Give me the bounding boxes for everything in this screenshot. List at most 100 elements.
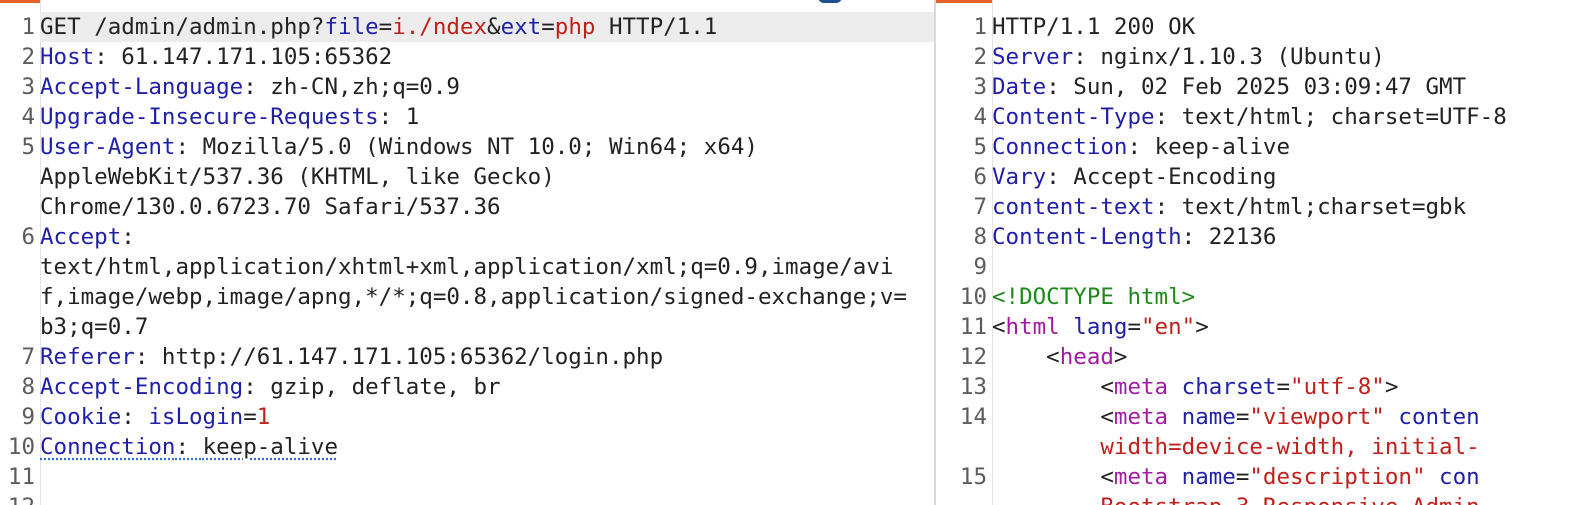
response-body-line[interactable]: 10 <!DOCTYPE html>: [936, 282, 1570, 312]
attr-name: con: [1439, 464, 1480, 490]
request-method: GET: [40, 14, 81, 40]
response-header-line[interactable]: 7 content-text: text/html;charset=gbk: [936, 192, 1570, 222]
attr-value: "utf-8": [1290, 374, 1385, 400]
request-header-line[interactable]: 5 User-Agent: Mozilla/5.0 (Windows NT 10…: [0, 132, 934, 222]
request-empty-line[interactable]: 12: [0, 492, 934, 505]
response-editor[interactable]: 1 HTTP/1.1 200 OK 2 Server: nginx/1.10.3…: [936, 12, 1570, 505]
request-header-line[interactable]: 10 Connection: keep-alive: [0, 432, 934, 462]
attr-value: "description": [1249, 464, 1426, 490]
line-number: 6: [21, 224, 35, 250]
header-name: Referer: [40, 344, 135, 370]
attr-name: conten: [1398, 404, 1480, 430]
header-name: Host: [40, 44, 95, 70]
response-header-line[interactable]: 8 Content-Length: 22136: [936, 222, 1570, 252]
head-tag: head: [1059, 344, 1114, 370]
line-number: 6: [973, 164, 987, 190]
header-value: zh-CN,zh;q=0.9: [270, 74, 460, 100]
line-number: 3: [973, 74, 987, 100]
header-value: 1: [405, 104, 420, 130]
response-status-line[interactable]: 1 HTTP/1.1 200 OK: [936, 12, 1570, 42]
request-editor[interactable]: 1 GET /admin/admin.php?file=i./ndex&ext=…: [0, 12, 934, 505]
request-header-line[interactable]: 8 Accept-Encoding: gzip, deflate, br: [0, 372, 934, 402]
toolbar-edge-icon: [818, 0, 842, 3]
request-header-line[interactable]: 4 Upgrade-Insecure-Requests: 1: [0, 102, 934, 132]
response-body-line[interactable]: 12 <head>: [936, 342, 1570, 372]
param-name: file: [324, 14, 379, 40]
response-header-line[interactable]: 2 Server: nginx/1.10.3 (Ubuntu): [936, 42, 1570, 72]
line-number: 3: [21, 74, 35, 100]
attr-name: charset: [1181, 374, 1277, 400]
request-header-line[interactable]: 2 Host: 61.147.171.105:65362: [0, 42, 934, 72]
param-value: i./ndex: [392, 14, 488, 40]
line-number: 11: [959, 314, 987, 340]
param-value: php: [554, 14, 596, 40]
request-empty-line[interactable]: 11: [0, 462, 934, 492]
request-line[interactable]: 1 GET /admin/admin.php?file=i./ndex&ext=…: [0, 12, 934, 42]
header-value: text/html,application/xhtml+xml,applicat…: [40, 254, 907, 340]
request-header-line[interactable]: 6 Accept: text/html,application/xhtml+xm…: [0, 222, 934, 342]
request-editor-pane[interactable]: 1 GET /admin/admin.php?file=i./ndex&ext=…: [0, 0, 934, 505]
response-header-line[interactable]: 5 Connection: keep-alive: [936, 132, 1570, 162]
line-number: 9: [973, 254, 987, 280]
line-number: 8: [21, 374, 35, 400]
line-number: 12: [0, 492, 40, 505]
line-number: 13: [959, 374, 987, 400]
header-value: http://61.147.171.105:65362/login.php: [161, 344, 664, 370]
header-name: Server: [992, 44, 1074, 70]
header-value: Accept-Encoding: [1073, 164, 1277, 190]
header-value: text/html;charset=gbk: [1181, 194, 1467, 220]
attr-value-continued: Bootstrap 3 Responsive Admin: [1100, 494, 1479, 505]
header-name: Accept-Language: [40, 74, 244, 100]
line-number: 8: [973, 224, 987, 250]
response-tab-indicator: [936, 0, 992, 3]
header-value: nginx/1.10.3 (Ubuntu): [1100, 44, 1385, 70]
meta-tag: meta: [1113, 464, 1169, 490]
header-name: User-Agent: [40, 134, 176, 160]
line-number: 4: [973, 104, 987, 130]
request-header-line[interactable]: 7 Referer: http://61.147.171.105:65362/l…: [0, 342, 934, 372]
response-header-line[interactable]: 6 Vary: Accept-Encoding: [936, 162, 1570, 192]
request-header-line[interactable]: 3 Accept-Language: zh-CN,zh;q=0.9: [0, 72, 934, 102]
response-editor-pane[interactable]: 1 HTTP/1.1 200 OK 2 Server: nginx/1.10.3…: [936, 0, 1570, 505]
header-value-continued: AppleWebKit/537.36 (KHTML, like Gecko): [40, 164, 555, 190]
line-number: 2: [21, 44, 35, 70]
header-value-continued: Chrome/130.0.6723.70 Safari/537.36: [40, 194, 501, 220]
meta-tag: meta: [1113, 404, 1169, 430]
response-empty-line[interactable]: 9: [936, 252, 1570, 282]
line-number: 4: [21, 104, 35, 130]
attr-name: lang: [1073, 314, 1128, 340]
header-name: Content-Type: [992, 104, 1155, 130]
request-path: /admin/admin.php?: [94, 14, 325, 40]
header-value: Sun, 02 Feb 2025 03:09:47 GMT: [1073, 74, 1467, 100]
line-number: 1: [973, 14, 987, 40]
response-body-line[interactable]: 14 <meta name="viewport" conten width=de…: [936, 402, 1570, 462]
attr-name: name: [1181, 464, 1236, 490]
line-number: 10: [7, 434, 35, 460]
response-body-line[interactable]: 15 <meta name="description" con Bootstra…: [936, 462, 1570, 505]
header-name: Connection: [992, 134, 1128, 160]
attr-name: name: [1181, 404, 1236, 430]
header-value: 22136: [1208, 224, 1277, 250]
line-number: 11: [7, 464, 35, 490]
response-body-line[interactable]: 11 <html lang="en">: [936, 312, 1570, 342]
header-name: Accept-Encoding: [40, 374, 244, 400]
line-number: 5: [973, 134, 987, 160]
line-number: 7: [21, 344, 35, 370]
response-body-line[interactable]: 13 <meta charset="utf-8">: [936, 372, 1570, 402]
response-header-line[interactable]: 4 Content-Type: text/html; charset=UTF-8: [936, 102, 1570, 132]
header-value: gzip, deflate, br: [270, 374, 501, 400]
header-name: Accept: [40, 224, 122, 250]
header-value: 61.147.171.105:65362: [121, 44, 393, 70]
request-protocol: HTTP/1.1: [608, 14, 718, 40]
request-header-line[interactable]: 9 Cookie: isLogin=1: [0, 402, 934, 432]
header-value: keep-alive: [202, 434, 339, 460]
cookie-name: isLogin: [148, 404, 244, 430]
header-name: Date: [992, 74, 1047, 100]
meta-tag: meta: [1113, 374, 1169, 400]
header-name: Vary: [992, 164, 1047, 190]
header-value: Mozilla/5.0 (Windows NT 10.0; Win64; x64…: [202, 134, 758, 160]
line-number: 9: [21, 404, 35, 430]
attr-value: "viewport": [1249, 404, 1385, 430]
param-name: ext: [500, 14, 542, 40]
response-header-line[interactable]: 3 Date: Sun, 02 Feb 2025 03:09:47 GMT: [936, 72, 1570, 102]
